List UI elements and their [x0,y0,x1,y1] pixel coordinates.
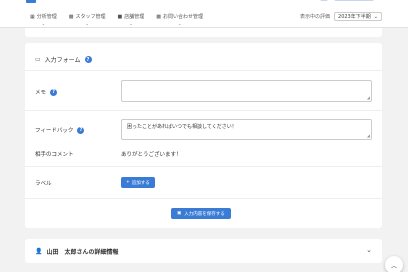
user-detail-card[interactable]: 👤 山田 太郎さんの詳細情報 ⌄ [25,239,382,263]
store-icon: ■ [117,13,123,20]
nav-label: スタッフ管理 [75,14,106,20]
label-field-text: ラベル [35,181,52,187]
grid-icon: ▦ [30,13,35,20]
form-title-text: 入力フォーム [44,57,81,64]
partner-comment-label: 相手のコメント [35,150,74,158]
chevron-down-icon: ⌄ [373,13,378,20]
user-icon: 👤 [35,248,43,255]
staff-icon: ▩ [68,13,74,20]
add-label-button[interactable]: + 追加する [121,177,155,188]
chevron-down-icon[interactable]: ⌄ [366,246,372,254]
top-navigation-bar: ▦ 分析管理 ⌄ ▩ スタッフ管理 ⌄ ■ 店舗管理 ⌄ ▩ お問い合わせ管理 … [0,0,408,28]
save-button-text: 入力内容を保存する [184,211,225,217]
chevron-down-icon: ⌄ [85,21,89,26]
divider [25,70,382,71]
account-area[interactable] [320,0,374,3]
resize-handle-icon[interactable]: ◢ [367,134,370,138]
nav-label: お問い合わせ管理 [162,14,203,20]
logo-icon [26,0,36,3]
resize-handle-icon[interactable]: ◢ [367,96,370,100]
help-icon[interactable]: ? [50,88,58,96]
period-select[interactable]: 2023年下半期 ⌄ [334,12,382,21]
partner-comment-value: ありがとうございます！ [121,152,182,158]
plus-icon: + [126,180,130,185]
feedback-label: フィードバック ? [35,126,85,134]
period-label: 表示中の評価 [300,14,331,20]
input-form-card: ▭ 入力フォーム ? メモ ? ◢ フィードバック ? 困ったことがあればいつで… [25,43,382,228]
nav-label: 店舗管理 [124,14,145,20]
divider [25,110,382,111]
main-nav: ▦ 分析管理 ⌄ ▩ スタッフ管理 ⌄ ■ 店舗管理 ⌄ ▩ お問い合わせ管理 … [30,13,203,27]
partner-comment-label-text: 相手のコメント [35,152,74,158]
divider [25,166,382,167]
label-field-label: ラベル [35,179,52,187]
divider [25,198,382,199]
chevron-down-icon: ⌄ [129,21,133,26]
detail-title-text: 山田 太郎さんの詳細情報 [46,249,119,256]
inquiry-icon: ▩ [156,13,161,20]
detail-title: 👤 山田 太郎さんの詳細情報 [35,247,119,256]
notification-icon[interactable] [320,0,328,1]
nav-item-inquiry[interactable]: ▩ お問い合わせ管理 ⌄ [156,13,203,27]
memo-label-text: メモ [35,90,47,96]
help-icon[interactable]: ? [84,56,92,63]
save-input-button[interactable]: ▣ 入力内容を保存する [171,208,231,219]
nav-label: 分析管理 [36,14,57,20]
scroll-to-top-button[interactable]: ︿ [385,256,403,272]
form-title: ▭ 入力フォーム ? [35,55,92,64]
save-icon: ▣ [177,211,182,216]
previous-card [25,28,382,37]
nav-item-store[interactable]: ■ 店舗管理 ⌄ [117,13,145,27]
feedback-label-text: フィードバック [35,128,74,134]
evaluation-period: 表示中の評価 2023年下半期 ⌄ [300,12,382,21]
user-menu[interactable] [334,0,374,1]
nav-item-analysis[interactable]: ▦ 分析管理 ⌄ [30,13,57,27]
chevron-down-icon: ⌄ [177,21,182,26]
app-logo[interactable] [26,0,36,4]
memo-textarea[interactable]: ◢ [121,80,372,102]
memo-label: メモ ? [35,88,58,96]
chevron-up-icon: ︿ [390,262,397,270]
chevron-down-icon: ⌄ [41,21,46,26]
form-icon: ▭ [35,56,41,63]
period-value: 2023年下半期 [338,14,371,20]
add-label-text: 追加する [131,180,150,186]
feedback-textarea[interactable]: 困ったことがあればいつでも相談してください！ ◢ [121,119,372,140]
feedback-value: 困ったことがあればいつでも相談してください！ [127,124,237,130]
nav-item-staff[interactable]: ▩ スタッフ管理 ⌄ [68,13,106,27]
help-icon[interactable]: ? [77,126,85,134]
